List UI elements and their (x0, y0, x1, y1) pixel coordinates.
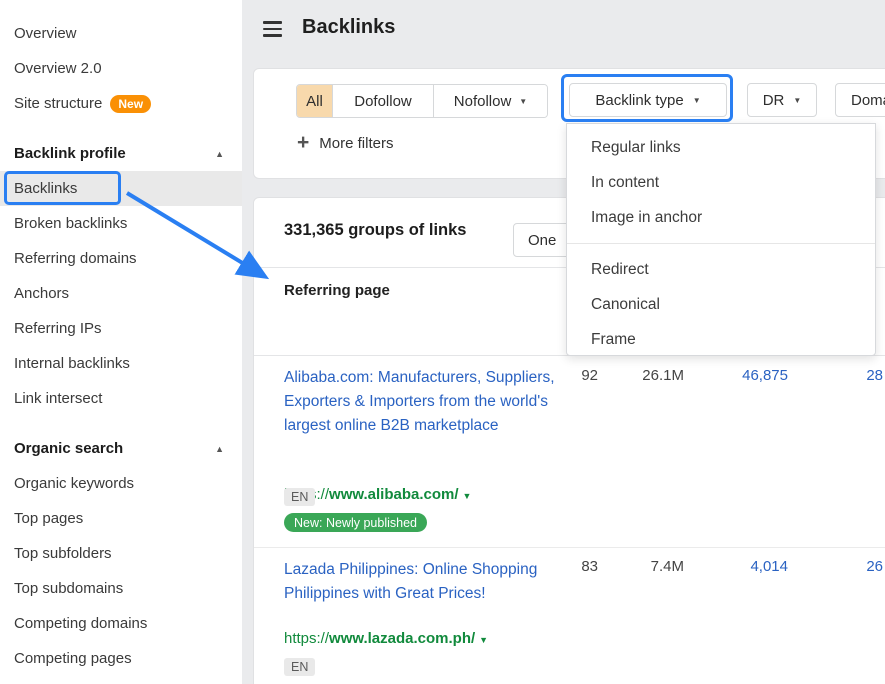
chevron-down-icon: ▼ (463, 491, 472, 501)
sidebar-item-label: Site structure (14, 95, 102, 112)
sidebar-item-competing-pages[interactable]: Competing pages (0, 641, 242, 676)
backlink-type-filter-button[interactable]: Backlink type ▼ (569, 83, 727, 117)
domain-label: Doma (851, 92, 885, 109)
referring-page-url[interactable]: https://www.lazada.com.ph/ ▼ (284, 630, 488, 647)
follow-segmented-control: All Dofollow Nofollow ▼ (296, 84, 548, 118)
results-count: 331,365 groups of links (284, 221, 466, 240)
table-row: Lazada Philippines: Online Shopping Phil… (254, 548, 885, 684)
sidebar-item-label: Link intersect (14, 390, 102, 407)
sidebar-item-competing-domains[interactable]: Competing domains (0, 606, 242, 641)
metric-dr: 92 (538, 367, 598, 384)
sidebar-item-label: Organic keywords (14, 475, 134, 492)
more-filters-label: More filters (319, 135, 393, 152)
sidebar-item-label: Top pages (14, 510, 83, 527)
sidebar-item-referring-ips[interactable]: Referring IPs (0, 311, 242, 346)
plus-icon: + (297, 133, 309, 153)
newly-published-badge: New: Newly published (284, 513, 427, 532)
menu-hamburger-icon[interactable] (263, 21, 282, 37)
filter-dofollow-label: Dofollow (354, 93, 412, 110)
sidebar-item-label: Overview (14, 25, 77, 42)
column-header-referring-page[interactable]: Referring page (284, 282, 390, 299)
sidebar-item-anchors[interactable]: Anchors (0, 276, 242, 311)
filter-nofollow-button[interactable]: Nofollow ▼ (434, 85, 547, 117)
section-title: Backlink profile (14, 145, 126, 162)
sidebar-item-label: Competing pages (14, 650, 132, 667)
section-title: Organic search (14, 440, 123, 457)
metric-backlinks-link[interactable]: 46,875 (708, 367, 788, 384)
dr-filter-button[interactable]: DR ▼ (747, 83, 817, 117)
menu-item-frame[interactable]: Frame (567, 322, 875, 357)
filter-all-button[interactable]: All (297, 85, 333, 117)
domain-filter-button[interactable]: Doma (835, 83, 885, 117)
sidebar-item-referring-domains[interactable]: Referring domains (0, 241, 242, 276)
language-badge: EN (284, 488, 315, 506)
dr-label: DR (763, 92, 785, 109)
referring-page-title-link[interactable]: Alibaba.com: Manufacturers, Suppliers, E… (284, 366, 566, 438)
new-badge: New (110, 95, 151, 113)
sidebar-item-top-subfolders[interactable]: Top subfolders (0, 536, 242, 571)
sidebar-item-organic-keywords[interactable]: Organic keywords (0, 466, 242, 501)
menu-item-regular-links[interactable]: Regular links (567, 130, 875, 165)
sidebar-item-label: Referring domains (14, 250, 137, 267)
backlink-type-dropdown-menu: Regular links In content Image in anchor… (566, 123, 876, 356)
filter-dofollow-button[interactable]: Dofollow (333, 85, 434, 117)
sidebar-item-label: Overview 2.0 (14, 60, 102, 77)
metric-backlinks-link[interactable]: 4,014 (708, 558, 788, 575)
backlink-type-label: Backlink type (595, 92, 683, 109)
sidebar-item-site-structure[interactable]: Site structure New (0, 86, 242, 121)
sidebar-item-top-pages[interactable]: Top pages (0, 501, 242, 536)
sidebar-item-top-subdomains[interactable]: Top subdomains (0, 571, 242, 606)
sidebar-item-link-intersect[interactable]: Link intersect (0, 381, 242, 416)
chevron-down-icon: ▼ (693, 96, 701, 105)
metric-linked-domains-link[interactable]: 26 (803, 558, 883, 575)
menu-item-canonical[interactable]: Canonical (567, 287, 875, 322)
url-domain: www.lazada.com.ph/ (329, 630, 475, 647)
sidebar-item-broken-backlinks[interactable]: Broken backlinks (0, 206, 242, 241)
more-filters-button[interactable]: + More filters (297, 133, 393, 153)
filter-all-label: All (306, 93, 323, 110)
chevron-down-icon: ▼ (479, 635, 488, 645)
filter-nofollow-label: Nofollow (454, 93, 512, 110)
sidebar-item-label: Backlinks (14, 180, 77, 197)
menu-item-image-in-anchor[interactable]: Image in anchor (567, 200, 875, 235)
sidebar-item-label: Top subdomains (14, 580, 123, 597)
metric-dr: 83 (538, 558, 598, 575)
chevron-down-icon: ▼ (793, 96, 801, 105)
page-title: Backlinks (302, 16, 395, 39)
table-row: Alibaba.com: Manufacturers, Suppliers, E… (254, 356, 885, 548)
sidebar-item-label: Referring IPs (14, 320, 102, 337)
metric-traffic: 26.1M (614, 367, 684, 384)
sidebar-section-organic-search[interactable]: Organic search ▲ (0, 431, 242, 466)
chevron-down-icon: ▼ (519, 97, 527, 106)
sidebar-section-backlink-profile[interactable]: Backlink profile ▲ (0, 136, 242, 171)
referring-page-title-link[interactable]: Lazada Philippines: Online Shopping Phil… (284, 558, 566, 606)
sidebar-item-internal-backlinks[interactable]: Internal backlinks (0, 346, 242, 381)
sidebar-item-label: Internal backlinks (14, 355, 130, 372)
menu-item-redirect[interactable]: Redirect (567, 252, 875, 287)
sidebar-item-label: Top subfolders (14, 545, 112, 562)
metric-linked-domains-link[interactable]: 28 (803, 367, 883, 384)
sidebar-item-label: Broken backlinks (14, 215, 127, 232)
sidebar-item-label: Anchors (14, 285, 69, 302)
language-badge: EN (284, 658, 315, 676)
sidebar-item-label: Competing domains (14, 615, 147, 632)
sidebar-item-backlinks[interactable]: Backlinks (0, 171, 242, 206)
sidebar-item-overview-2[interactable]: Overview 2.0 (0, 51, 242, 86)
collapse-up-icon: ▲ (215, 149, 224, 159)
metric-traffic: 7.4M (614, 558, 684, 575)
url-domain: www.alibaba.com/ (329, 486, 458, 503)
collapse-up-icon: ▲ (215, 444, 224, 454)
menu-item-in-content[interactable]: In content (567, 165, 875, 200)
url-scheme: https:// (284, 630, 329, 647)
group-mode-label: One (528, 232, 556, 249)
sidebar: Overview Overview 2.0 Site structure New… (0, 0, 242, 684)
sidebar-item-overview[interactable]: Overview (0, 16, 242, 51)
dropdown-divider (567, 243, 875, 244)
